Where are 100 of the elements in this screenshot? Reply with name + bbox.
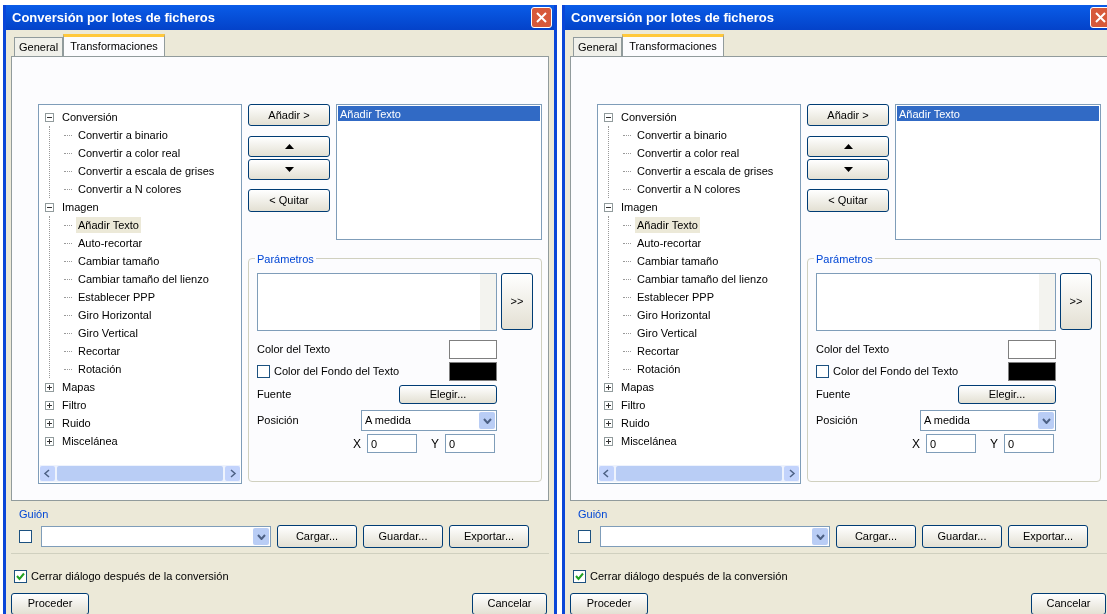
script-button[interactable]: Exportar... bbox=[449, 525, 529, 548]
tree-item[interactable]: Giro Vertical bbox=[76, 324, 140, 342]
tree-item[interactable]: Cambiar tamaño bbox=[635, 252, 721, 270]
tree-item[interactable]: Convertir a N colores bbox=[76, 180, 184, 198]
parameters-text-area[interactable] bbox=[816, 273, 1056, 331]
vertical-scrollbar[interactable] bbox=[480, 274, 496, 330]
y-field[interactable]: 0 bbox=[1004, 434, 1054, 453]
expand-icon[interactable] bbox=[45, 418, 54, 428]
scroll-left-icon[interactable] bbox=[40, 466, 55, 481]
expand-icon[interactable] bbox=[45, 436, 54, 446]
proceed-button[interactable]: Proceder bbox=[570, 592, 648, 614]
tree-item[interactable]: Cambiar tamaño del lienzo bbox=[635, 270, 770, 288]
tree-item[interactable]: Recortar bbox=[76, 342, 123, 360]
color-swatch[interactable] bbox=[449, 340, 497, 359]
tree-item[interactable]: Filtro bbox=[60, 396, 89, 414]
tab[interactable]: Transformaciones bbox=[63, 34, 165, 56]
parameters-text-area[interactable] bbox=[257, 273, 497, 331]
choose-font-button[interactable]: Elegir... bbox=[958, 385, 1056, 404]
tree-item[interactable]: Recortar bbox=[635, 342, 682, 360]
position-dropdown[interactable]: A medida bbox=[361, 410, 497, 431]
tree-item[interactable]: Establecer PPP bbox=[76, 288, 158, 306]
more-button[interactable]: >> bbox=[501, 273, 533, 330]
checkbox[interactable] bbox=[578, 530, 591, 543]
tree-item[interactable]: Convertir a escala de grises bbox=[76, 162, 217, 180]
collapse-icon[interactable] bbox=[45, 112, 54, 122]
checkbox[interactable] bbox=[19, 530, 32, 543]
close-button[interactable] bbox=[1090, 7, 1107, 28]
horizontal-scrollbar[interactable] bbox=[599, 465, 799, 482]
collapse-icon[interactable] bbox=[45, 202, 54, 212]
more-button[interactable]: >> bbox=[1060, 273, 1092, 330]
tree-item[interactable]: Ruido bbox=[60, 414, 93, 432]
script-button[interactable]: Cargar... bbox=[277, 525, 357, 548]
tree-item[interactable]: Cambiar tamaño del lienzo bbox=[76, 270, 211, 288]
choose-font-button[interactable]: Elegir... bbox=[399, 385, 497, 404]
tree-item[interactable]: Establecer PPP bbox=[635, 288, 717, 306]
tree-item[interactable]: Conversión bbox=[60, 108, 120, 126]
move-down-button[interactable] bbox=[807, 159, 889, 180]
proceed-button[interactable]: Proceder bbox=[11, 592, 89, 614]
scroll-right-icon[interactable] bbox=[784, 466, 799, 481]
add-button[interactable]: Añadir > bbox=[807, 104, 889, 126]
script-button[interactable]: Guardar... bbox=[363, 525, 443, 548]
tab[interactable]: Transformaciones bbox=[622, 34, 724, 56]
scroll-left-icon[interactable] bbox=[599, 466, 614, 481]
script-button[interactable]: Cargar... bbox=[836, 525, 916, 548]
tree-item[interactable]: Conversión bbox=[619, 108, 679, 126]
vertical-scrollbar[interactable] bbox=[1039, 274, 1055, 330]
tree-item[interactable]: Filtro bbox=[619, 396, 648, 414]
x-field[interactable]: 0 bbox=[367, 434, 417, 453]
color-swatch[interactable] bbox=[449, 362, 497, 381]
list-item[interactable]: Añadir Texto bbox=[897, 106, 1099, 121]
checkbox[interactable] bbox=[257, 365, 270, 378]
tree-item[interactable]: Imagen bbox=[619, 198, 660, 216]
move-up-button[interactable] bbox=[807, 136, 889, 157]
tree-item[interactable]: Giro Horizontal bbox=[76, 306, 154, 324]
tree-item[interactable]: Mapas bbox=[619, 378, 657, 396]
y-field[interactable]: 0 bbox=[445, 434, 495, 453]
tree-item[interactable]: Convertir a N colores bbox=[635, 180, 743, 198]
move-up-button[interactable] bbox=[248, 136, 330, 157]
checkbox[interactable] bbox=[816, 365, 829, 378]
remove-button[interactable]: < Quitar bbox=[248, 189, 330, 212]
x-field[interactable]: 0 bbox=[926, 434, 976, 453]
position-dropdown[interactable]: A medida bbox=[920, 410, 1056, 431]
expand-icon[interactable] bbox=[604, 382, 613, 392]
tree-item[interactable]: Rotación bbox=[635, 360, 683, 378]
script-button[interactable]: Guardar... bbox=[922, 525, 1002, 548]
tree-item[interactable]: Miscelánea bbox=[60, 432, 120, 450]
tree-item[interactable]: Convertir a binario bbox=[76, 126, 170, 144]
tree-item[interactable]: Cambiar tamaño bbox=[76, 252, 162, 270]
move-down-button[interactable] bbox=[248, 159, 330, 180]
script-dropdown[interactable] bbox=[600, 526, 830, 547]
list-item[interactable]: Añadir Texto bbox=[338, 106, 540, 121]
horizontal-scrollbar[interactable] bbox=[40, 465, 240, 482]
collapse-icon[interactable] bbox=[604, 202, 613, 212]
expand-icon[interactable] bbox=[45, 400, 54, 410]
tree-item[interactable]: Añadir Texto bbox=[76, 216, 141, 234]
expand-icon[interactable] bbox=[45, 382, 54, 392]
tree-item[interactable]: Convertir a color real bbox=[76, 144, 183, 162]
color-swatch[interactable] bbox=[1008, 362, 1056, 381]
add-button[interactable]: Añadir > bbox=[248, 104, 330, 126]
tree-item[interactable]: Auto-recortar bbox=[76, 234, 145, 252]
checkbox[interactable] bbox=[14, 569, 27, 583]
tree-item[interactable]: Rotación bbox=[76, 360, 124, 378]
tree-item[interactable]: Convertir a escala de grises bbox=[635, 162, 776, 180]
cancel-button[interactable]: Cancelar bbox=[472, 592, 547, 614]
tree-item[interactable]: Añadir Texto bbox=[635, 216, 700, 234]
collapse-icon[interactable] bbox=[604, 112, 613, 122]
script-button[interactable]: Exportar... bbox=[1008, 525, 1088, 548]
expand-icon[interactable] bbox=[604, 400, 613, 410]
tree-item[interactable]: Convertir a binario bbox=[635, 126, 729, 144]
tree-item[interactable]: Imagen bbox=[60, 198, 101, 216]
tree-item[interactable]: Auto-recortar bbox=[635, 234, 704, 252]
tree-item[interactable]: Giro Horizontal bbox=[635, 306, 713, 324]
tree-item[interactable]: Mapas bbox=[60, 378, 98, 396]
cancel-button[interactable]: Cancelar bbox=[1031, 592, 1106, 614]
expand-icon[interactable] bbox=[604, 418, 613, 428]
script-dropdown[interactable] bbox=[41, 526, 271, 547]
color-swatch[interactable] bbox=[1008, 340, 1056, 359]
close-button[interactable] bbox=[531, 7, 552, 28]
tree-item[interactable]: Ruido bbox=[619, 414, 652, 432]
checkbox[interactable] bbox=[573, 569, 586, 583]
